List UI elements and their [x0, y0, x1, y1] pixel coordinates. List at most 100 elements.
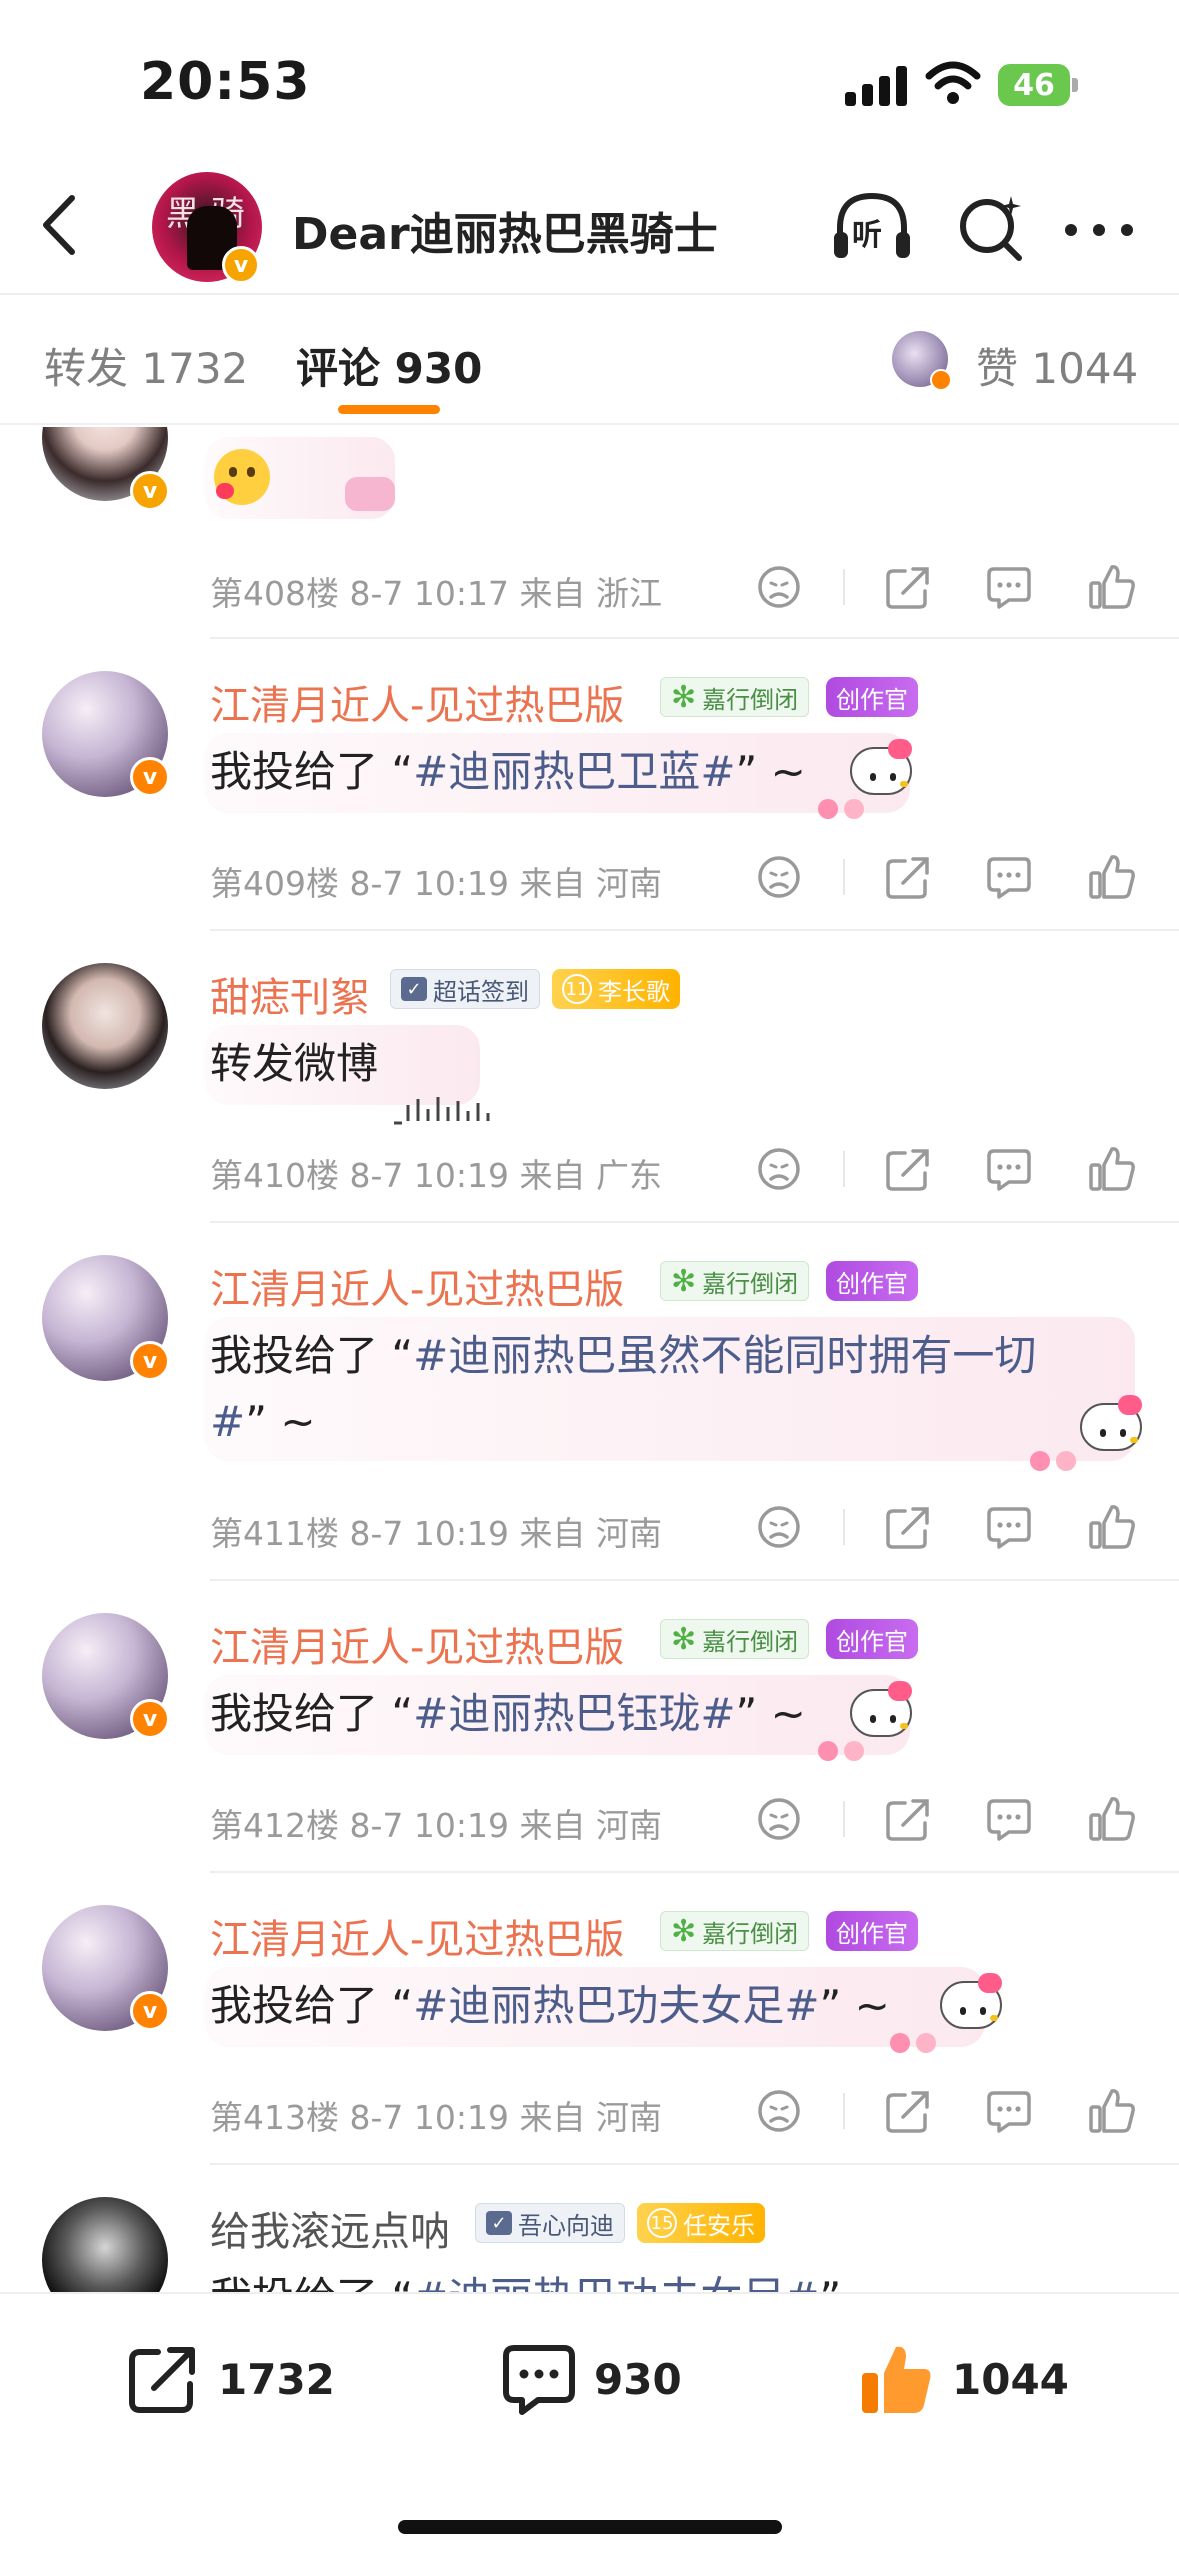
status-time: 20:53	[140, 52, 311, 112]
creator-badge[interactable]: 创作官	[826, 1911, 918, 1951]
comment-icon	[503, 2345, 575, 2415]
username[interactable]: 给我滚远点呐	[210, 2199, 450, 2257]
tab-reposts[interactable]: 转发 1732	[44, 335, 248, 396]
share-icon[interactable]	[883, 2087, 931, 2135]
hello-kitty-sticker-icon	[818, 1681, 920, 1765]
share-icon[interactable]	[883, 1503, 931, 1551]
level-badge[interactable]: 15 任安乐	[637, 2203, 765, 2243]
tab-likes[interactable]: 赞 1044	[976, 335, 1138, 396]
username[interactable]: 江清月近人-见过热巴版	[210, 1615, 624, 1673]
fan-badge-label: 嘉行倒闭	[702, 685, 799, 714]
tab-reposts-label: 转发	[44, 344, 129, 393]
wifi-icon	[925, 60, 981, 106]
hello-kitty-sticker-icon	[818, 739, 920, 823]
share-icon[interactable]	[883, 1145, 931, 1193]
share-icon	[129, 2347, 195, 2413]
emoji-icon	[214, 449, 270, 505]
share-icon[interactable]	[883, 853, 931, 901]
listen-button[interactable]: 听	[830, 188, 914, 268]
action-separator	[843, 1151, 845, 1187]
fan-badge[interactable]: ✻ 嘉行倒闭	[660, 1911, 810, 1951]
home-indicator	[398, 2520, 782, 2534]
repost-button[interactable]: 1732	[124, 2334, 335, 2424]
reply-icon[interactable]	[985, 1503, 1033, 1551]
comment-actions	[755, 1791, 1155, 1851]
dislike-icon[interactable]	[755, 1795, 803, 1843]
fan-badge[interactable]: ✻ 嘉行倒闭	[660, 1619, 810, 1659]
check-icon: ✓	[486, 2211, 512, 2235]
level-badge[interactable]: 11 李长歌	[552, 969, 680, 1009]
share-icon[interactable]	[883, 1795, 931, 1843]
reply-icon[interactable]	[985, 1795, 1033, 1843]
fan-badge-label: 嘉行倒闭	[702, 1919, 799, 1948]
fan-badge[interactable]: ✻ 嘉行倒闭	[660, 1261, 810, 1301]
action-separator	[843, 569, 845, 605]
fan-badge[interactable]: ✻ 嘉行倒闭	[660, 677, 810, 717]
account-title[interactable]: Dear迪丽热巴黑骑士	[292, 198, 718, 262]
super-topic-badge[interactable]: ✓ 超话签到	[390, 969, 540, 1009]
action-separator	[843, 2093, 845, 2129]
creator-badge-label: 创作官	[836, 1269, 908, 1298]
creator-badge[interactable]: 创作官	[826, 677, 918, 717]
comment-meta: 第408楼 8-7 10:17 来自 浙江	[210, 574, 662, 613]
dislike-icon[interactable]	[755, 2087, 803, 2135]
comment-item: v 江清月近人-见过热巴版 ✻ 嘉行倒闭 创作官 我投给了 “#迪丽热巴卫蓝#” …	[0, 639, 1179, 931]
cellular-signal-icon	[845, 66, 907, 106]
dislike-icon[interactable]	[755, 563, 803, 611]
creator-badge[interactable]: 创作官	[826, 1261, 918, 1301]
username[interactable]: 江清月近人-见过热巴版	[210, 1907, 624, 1965]
reply-icon[interactable]	[985, 1145, 1033, 1193]
comment-item: v 第408楼 8-7 10:17 来自 浙江	[0, 427, 1179, 639]
back-icon[interactable]	[30, 190, 90, 260]
top-nav-bar: 黑 骑 v Dear迪丽热巴黑骑士 听	[0, 150, 1179, 295]
reply-icon[interactable]	[985, 563, 1033, 611]
tab-reposts-count: 1732	[141, 344, 249, 393]
liker-verify-icon	[930, 369, 952, 391]
tab-likes-count: 1044	[1031, 344, 1139, 393]
tab-comments[interactable]: 评论 930	[296, 335, 482, 396]
dislike-icon[interactable]	[755, 1145, 803, 1193]
comment-meta: 第409楼 8-7 10:19 来自 河南	[210, 864, 662, 903]
tab-comments-label: 评论	[296, 344, 381, 393]
topic-link[interactable]: #迪丽热巴功夫女足#	[413, 1981, 819, 2030]
verified-icon: v	[130, 1699, 170, 1739]
comment-meta: 第412楼 8-7 10:19 来自 河南	[210, 1806, 662, 1845]
comment-button[interactable]: 930	[500, 2334, 682, 2424]
topic-link[interactable]: #迪丽热巴功夫女足#	[413, 2273, 819, 2292]
comment-item: v 江清月近人-见过热巴版 ✻ 嘉行倒闭 创作官 我投给了 “#迪丽热巴虽然不能同…	[0, 1223, 1179, 1581]
reply-icon[interactable]	[985, 853, 1033, 901]
like-icon[interactable]	[1087, 2087, 1135, 2135]
comment-actions	[755, 2083, 1155, 2143]
flower-icon: ✻	[671, 1263, 697, 1299]
user-avatar[interactable]	[42, 2197, 168, 2292]
reply-icon[interactable]	[985, 2087, 1033, 2135]
like-icon[interactable]	[1087, 1795, 1135, 1843]
verified-icon: v	[130, 757, 170, 797]
username[interactable]: 江清月近人-见过热巴版	[210, 1257, 624, 1315]
comment-item: 甜痣刊絮 ✓ 超话签到 11 李长歌 转发微博 第410楼 8-7 10:19 来自…	[0, 931, 1179, 1223]
super-topic-badge[interactable]: ✓ 吾心向迪	[475, 2203, 625, 2243]
topic-link[interactable]: #迪丽热巴虽然不能同时拥有一切	[413, 1331, 1036, 1380]
user-avatar[interactable]	[42, 963, 168, 1089]
dislike-icon[interactable]	[755, 1503, 803, 1551]
dislike-icon[interactable]	[755, 853, 803, 901]
action-separator	[843, 859, 845, 895]
search-icon[interactable]	[955, 188, 1027, 268]
creator-badge-label: 创作官	[836, 1627, 908, 1656]
username[interactable]: 甜痣刊絮	[210, 965, 370, 1023]
more-options-icon[interactable]	[1065, 220, 1135, 240]
like-icon[interactable]	[1087, 1145, 1135, 1193]
like-icon[interactable]	[1087, 853, 1135, 901]
topic-link[interactable]: #迪丽热巴钰珑#	[413, 1689, 735, 1738]
like-icon[interactable]	[1087, 1503, 1135, 1551]
creator-badge[interactable]: 创作官	[826, 1619, 918, 1659]
super-topic-badge-label: 吾心向迪	[518, 2211, 614, 2240]
repost-count: 1732	[218, 2354, 335, 2404]
topic-link[interactable]: #迪丽热巴卫蓝#	[413, 747, 735, 796]
like-button[interactable]: 1044	[856, 2334, 1069, 2424]
like-icon[interactable]	[1087, 563, 1135, 611]
hello-kitty-sticker-icon	[1030, 1395, 1150, 1479]
username[interactable]: 江清月近人-见过热巴版	[210, 673, 624, 731]
topic-link-end[interactable]: #	[210, 1397, 245, 1446]
share-icon[interactable]	[883, 563, 931, 611]
